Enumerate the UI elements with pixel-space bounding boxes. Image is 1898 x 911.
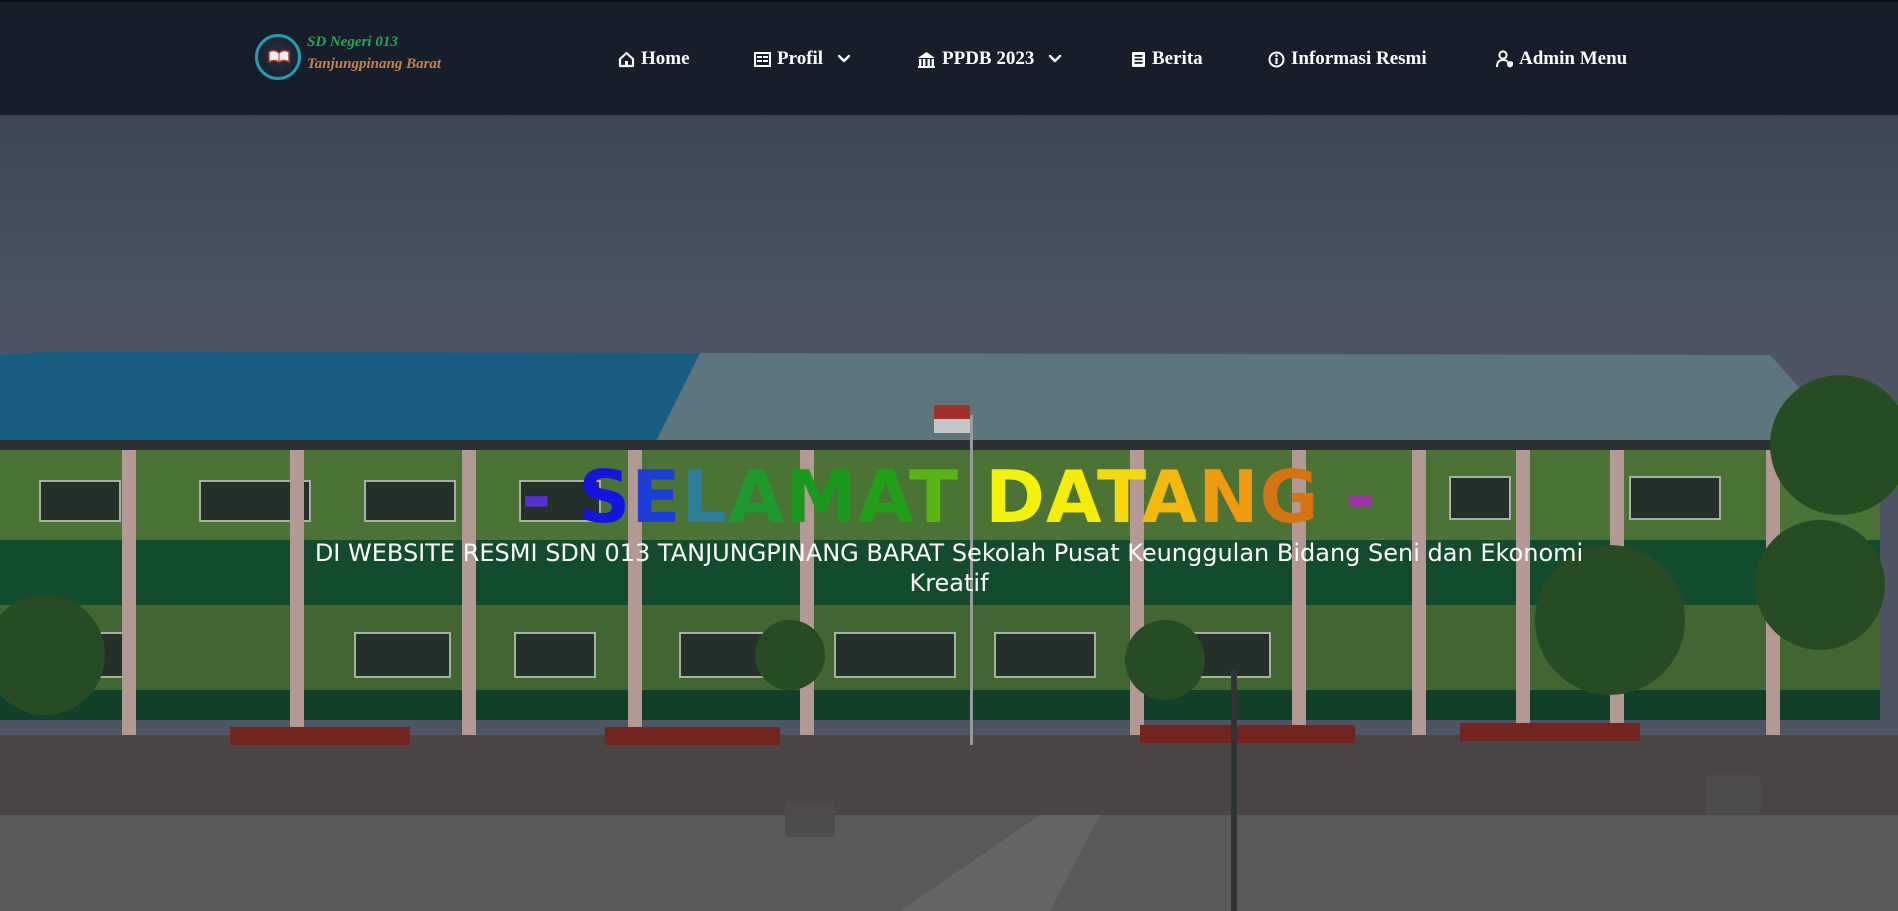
- newspaper-icon: [1131, 51, 1146, 68]
- chevron-down-icon: [1048, 54, 1062, 64]
- hero-title-letter: T: [1096, 455, 1142, 539]
- hero-title-letter: [1320, 455, 1346, 539]
- hero-title-letter: A: [728, 455, 786, 539]
- hero-title-letter: N: [1198, 455, 1260, 539]
- chevron-down-icon: [837, 54, 851, 64]
- hero-title-letter: M: [785, 455, 858, 539]
- nav-profil[interactable]: Profil: [754, 47, 851, 71]
- nav-berita-label: Berita: [1152, 48, 1203, 69]
- logo-text-line1: SD Negeri 013: [307, 34, 398, 50]
- top-navbar: SD Negeri 013 Tanjungpinang Barat Home P…: [0, 0, 1898, 115]
- hero-title-letter: [959, 455, 985, 539]
- nav-admin-label: Admin Menu: [1519, 48, 1628, 69]
- nav-ppdb[interactable]: PPDB 2023: [917, 47, 1062, 71]
- info-circle-icon: [1268, 51, 1285, 68]
- hero-subtitle: DI WEBSITE RESMI SDN 013 TANJUNGPINANG B…: [314, 539, 1584, 597]
- nav-admin-menu[interactable]: Admin Menu: [1496, 47, 1627, 71]
- hero-title-letter: T: [908, 455, 959, 539]
- hero-title-letter: G: [1259, 455, 1320, 539]
- hero-title-letter: D: [985, 455, 1046, 539]
- nav-home[interactable]: Home: [618, 47, 690, 71]
- hero-banner: - SELAMAT DATANG - DI WEBSITE RESMI SDN …: [0, 115, 1898, 911]
- hero-title-letter: A: [857, 455, 909, 539]
- hero-title-selamat-datang: - SELAMAT DATANG -: [0, 455, 1898, 539]
- nav-berita[interactable]: Berita: [1131, 47, 1203, 71]
- hero-title-letter: E: [631, 455, 682, 539]
- hero-title-letter: -: [521, 455, 553, 539]
- nav-home-label: Home: [641, 48, 690, 69]
- nav-informasi-label: Informasi Resmi: [1291, 48, 1427, 69]
- school-icon: [917, 51, 936, 68]
- site-logo[interactable]: SD Negeri 013 Tanjungpinang Barat: [255, 30, 460, 82]
- hero-title-letter: A: [1141, 455, 1199, 539]
- table-icon: [754, 51, 771, 67]
- hero-title-letter: -: [1345, 455, 1377, 539]
- user-shield-icon: [1496, 50, 1513, 68]
- nav-ppdb-label: PPDB 2023: [942, 48, 1035, 69]
- hero-title-letter: A: [1045, 455, 1097, 539]
- nav-profil-label: Profil: [777, 48, 824, 69]
- hero-title-letter: S: [578, 455, 632, 539]
- hero-title-letter: [552, 455, 578, 539]
- school-emblem-icon: [255, 34, 301, 80]
- nav-informasi-resmi[interactable]: Informasi Resmi: [1268, 47, 1427, 71]
- home-icon: [618, 51, 635, 68]
- logo-text-line2: Tanjungpinang Barat: [307, 56, 442, 72]
- hero-title-letter: L: [681, 455, 729, 539]
